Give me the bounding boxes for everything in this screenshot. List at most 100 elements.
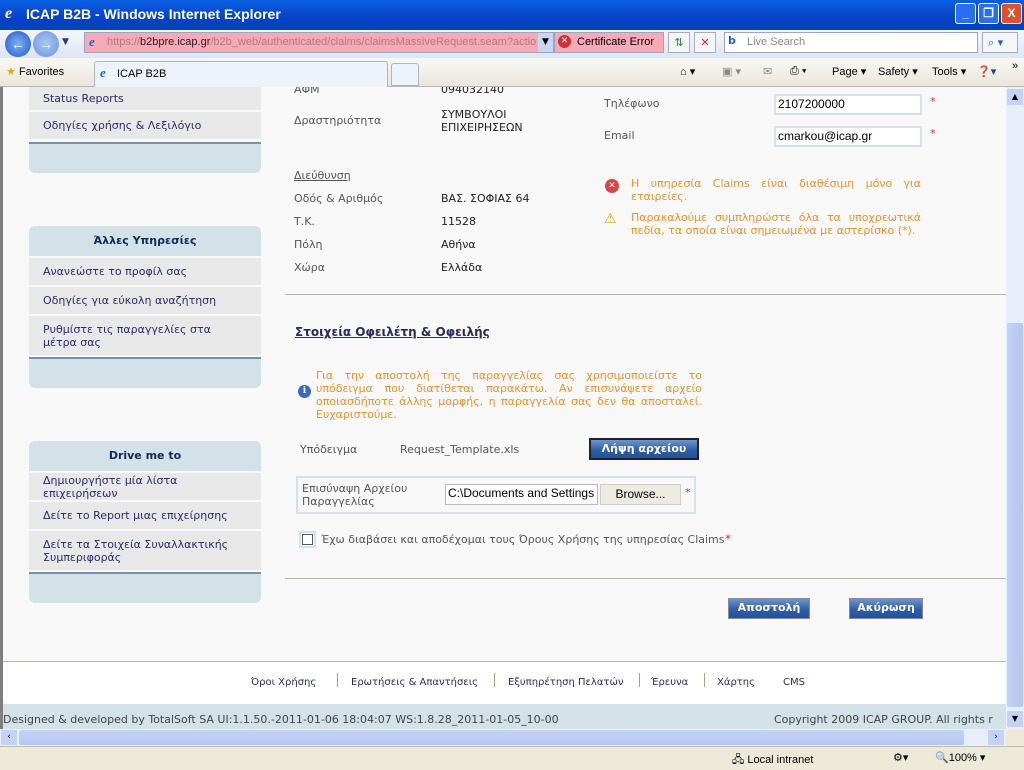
attach-file-input[interactable]: C:\Documents and Settings <box>445 484 598 505</box>
info-icon: i <box>298 385 311 398</box>
page-content: Status Reports Οδηγίες χρήσης & Λεξιλόγι… <box>0 87 1006 729</box>
designed-by-text: Designed & developed by TotalSoft SA UI:… <box>3 713 559 726</box>
close-window-button[interactable]: X <box>1001 3 1022 24</box>
history-dropdown-icon[interactable]: ▼ <box>62 37 69 47</box>
error-icon: ✕ <box>605 179 619 193</box>
zip-value: 11528 <box>441 215 476 228</box>
sidebar-item-create-list[interactable]: Δημιουργήστε μία λίστα επιχειρήσεων <box>29 473 261 500</box>
footer-links-bar <box>3 662 1006 704</box>
warning-icon: ⚠ <box>604 211 617 227</box>
required-asterisk: * <box>930 95 936 108</box>
footer-link-survey[interactable]: Έρευνα <box>651 677 688 688</box>
sidebar-heading-drive-me-to: Drive me to <box>29 441 261 471</box>
template-label: Υπόδειγμα <box>300 443 358 456</box>
sidebar-group-footer <box>29 572 261 603</box>
horizontal-scrollbar[interactable]: ‹ › <box>0 729 1006 746</box>
new-tab-button[interactable] <box>391 63 419 86</box>
street-label: Οδός & Αριθμός <box>294 192 384 205</box>
search-placeholder: Live Search <box>747 36 806 48</box>
phone-input[interactable]: 2107200000 <box>774 94 922 115</box>
country-value: Ελλάδα <box>441 261 483 274</box>
search-input[interactable]: Live Search <box>724 32 978 53</box>
section-divider <box>285 578 1006 579</box>
vertical-scroll-thumb[interactable] <box>1007 323 1023 707</box>
sidebar-item-label: Οδηγίες για εύκολη αναζήτηση <box>43 294 217 307</box>
help-icon[interactable]: ❓▾ <box>977 65 996 78</box>
sidebar-item-label: Δημιουργήστε μία λίστα επιχειρήσεων <box>43 473 178 500</box>
browse-button[interactable]: Browse... <box>600 484 681 505</box>
protected-mode-icon[interactable]: ⚙▾ <box>893 751 908 764</box>
stop-button[interactable]: ✕ <box>694 32 716 53</box>
scroll-down-button[interactable]: ▼ <box>1007 711 1023 727</box>
footer-separator <box>337 673 338 687</box>
address-bar[interactable]: https://b2bpre.icap.gr/b2b_web/authentic… <box>84 32 554 53</box>
email-label: Email <box>604 129 635 142</box>
tools-menu[interactable]: Tools ▾ <box>932 65 966 78</box>
phone-label: Τηλέφωνο <box>604 97 660 110</box>
sidebar-item-status-reports[interactable]: Status Reports <box>29 87 261 110</box>
sidebar-item-view-report[interactable]: Δείτε το Report μιας επιχείρησης <box>29 502 261 529</box>
url-path: /b2b_web/authenticated/claims/claimsMass… <box>210 36 537 48</box>
shield-error-icon: ✕ <box>558 35 571 48</box>
footer-link-support[interactable]: Εξυπηρέτηση Πελατών <box>508 677 623 688</box>
zoom-control[interactable]: 🔍100% ▾ <box>935 751 985 764</box>
horizontal-scroll-thumb[interactable] <box>19 730 964 745</box>
email-input[interactable]: cmarkou@icap.gr <box>774 126 922 147</box>
minimize-button[interactable]: _ <box>955 3 976 24</box>
window-title: ICAP B2B - Windows Internet Explorer <box>26 6 281 22</box>
search-button[interactable]: ⌕ ▾ <box>982 32 1018 53</box>
sidebar-item-order-settings[interactable]: Ρυθμίστε τις παραγγελίες στα μέτρα σας <box>29 316 261 355</box>
restore-button[interactable]: ❐ <box>978 3 999 24</box>
bing-logo-icon: b <box>728 34 736 47</box>
print-icon[interactable]: ⎙ ▾ <box>790 65 806 78</box>
tab-icap-b2b[interactable]: ICAP B2B <box>94 61 388 87</box>
refresh-button[interactable]: ⇅ <box>668 32 690 53</box>
zip-label: Τ.Κ. <box>294 215 315 228</box>
scroll-right-button[interactable]: › <box>988 730 1004 745</box>
footer-link-faq[interactable]: Ερωτήσεις & Απαντήσεις <box>351 677 478 688</box>
chevron-more-icon[interactable]: » <box>1012 60 1018 72</box>
globe-icon: 🖧 <box>732 754 745 766</box>
sidebar-item-transaction-behavior[interactable]: Δείτε τα Στοιχεία Συναλλακτικής Συμπεριφ… <box>29 531 261 570</box>
tools-menu-label: Tools <box>932 66 958 78</box>
feeds-icon[interactable]: ▣ ▾ <box>722 65 741 78</box>
country-label: Χώρα <box>294 261 325 274</box>
window-title-bar: ICAP B2B - Windows Internet Explorer <box>0 0 1024 30</box>
sidebar-item-search-guide[interactable]: Οδηγίες για εύκολη αναζήτηση <box>29 287 261 314</box>
forward-button[interactable]: → <box>33 31 59 57</box>
sidebar-item-guide[interactable]: Οδηγίες χρήσης & Λεξιλόγιο <box>29 112 261 139</box>
back-button[interactable]: ← <box>5 31 31 57</box>
scroll-up-button[interactable]: ▲ <box>1007 89 1023 105</box>
footer-separator <box>704 673 705 687</box>
mail-icon[interactable]: ✉ <box>763 65 772 78</box>
terms-checkbox[interactable] <box>299 531 316 548</box>
submit-button[interactable]: Αποστολή <box>728 598 810 619</box>
safety-menu-label: Safety <box>878 66 910 78</box>
page-menu-label: Page <box>832 66 858 78</box>
page-menu[interactable]: Page ▾ <box>832 65 866 78</box>
city-value: Αθήνα <box>441 238 476 251</box>
download-file-button[interactable]: Λήψη αρχείου <box>589 438 699 460</box>
address-dropdown-icon[interactable]: ▼ <box>538 33 553 52</box>
terms-label[interactable]: Έχω διαβάσει και αποδέχομαι τους Όρους Χ… <box>321 533 725 546</box>
sidebar-item-label: Δείτε το Report μιας επιχείρησης <box>43 509 228 522</box>
footer-link-sitemap[interactable]: Χάρτης <box>717 677 755 688</box>
favorites-button[interactable]: ★ Favorites <box>6 65 64 78</box>
sidebar-item-label: Ανανεώστε το προφίλ σας <box>43 265 188 278</box>
afm-value: 094032140 <box>441 87 504 96</box>
home-icon[interactable]: ⌂ ▾ <box>680 65 695 78</box>
sidebar-item-label: Ρυθμίστε τις παραγγελίες στα μέτρα σας <box>43 322 211 349</box>
status-bar: 🖧 Local intranet ⚙▾ 🔍100% ▾ <box>0 746 1024 768</box>
activity-label: Δραστηριότητα <box>294 114 382 127</box>
zone-label: Local intranet <box>747 754 814 766</box>
footer-link-terms[interactable]: Όροι Χρήσης <box>251 677 316 688</box>
afm-label: ΑΦΜ <box>294 87 320 96</box>
cancel-button[interactable]: Ακύρωση <box>849 598 923 619</box>
required-asterisk: * <box>685 486 691 499</box>
zoom-level: 100% <box>948 752 977 764</box>
safety-menu[interactable]: Safety ▾ <box>878 65 918 78</box>
scroll-left-button[interactable]: ‹ <box>1 730 17 745</box>
footer-link-cms[interactable]: CMS <box>783 677 805 688</box>
vertical-scrollbar[interactable]: ▲ ▼ <box>1006 87 1024 729</box>
sidebar-item-update-profile[interactable]: Ανανεώστε το προφίλ σας <box>29 258 261 285</box>
